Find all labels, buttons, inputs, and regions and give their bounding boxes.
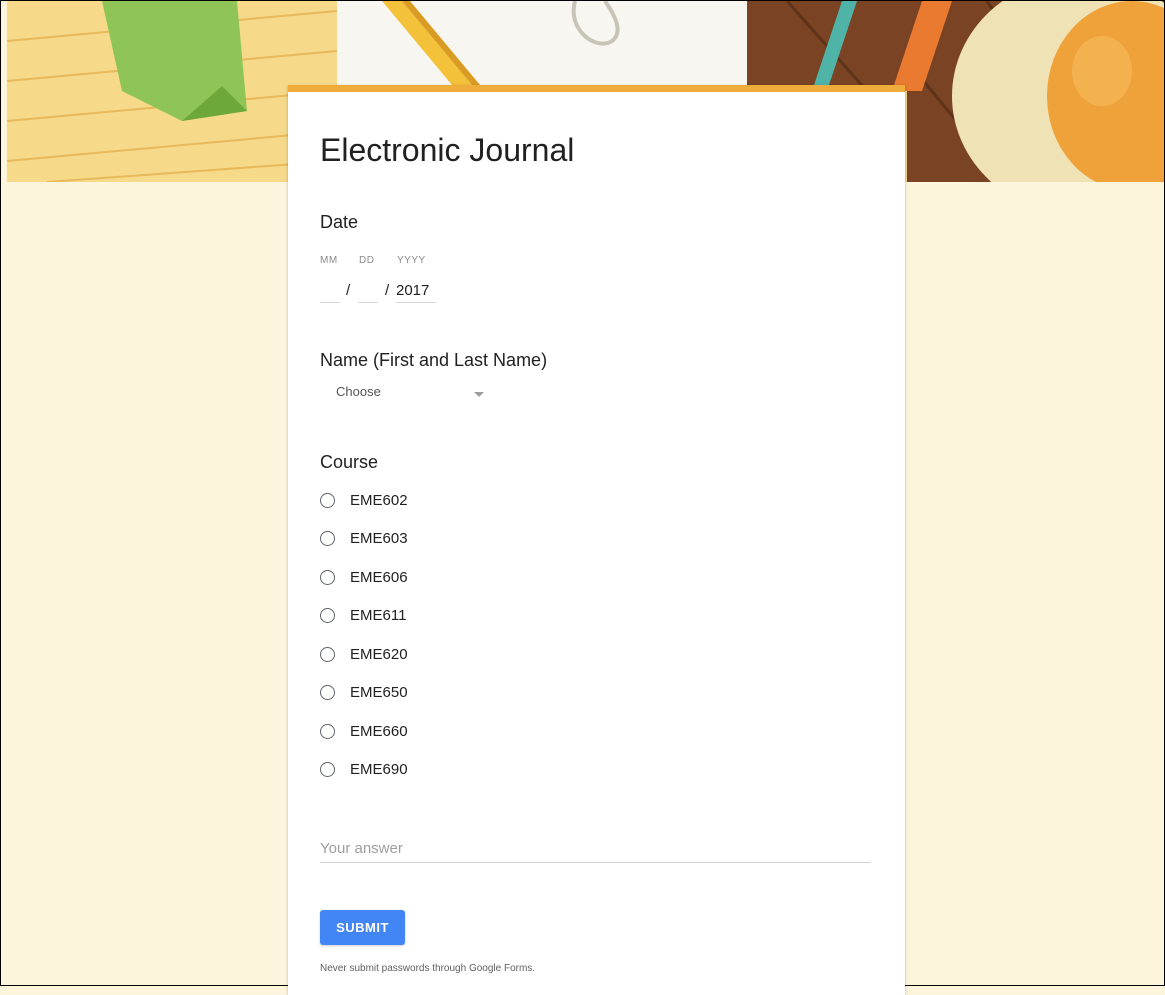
course-option-label: EME620 bbox=[350, 646, 408, 663]
form-title: Electronic Journal bbox=[320, 132, 575, 168]
radio-button-icon[interactable] bbox=[320, 570, 335, 585]
course-option-label: EME602 bbox=[350, 492, 408, 509]
password-warning-note: Never submit passwords through Google Fo… bbox=[320, 963, 536, 974]
radio-button-icon[interactable] bbox=[320, 531, 335, 546]
radio-button-icon[interactable] bbox=[320, 493, 335, 508]
day-field[interactable] bbox=[358, 278, 378, 303]
radio-button-icon[interactable] bbox=[320, 685, 335, 700]
radio-button-icon[interactable] bbox=[320, 608, 335, 623]
year-label: YYYY bbox=[397, 255, 426, 266]
course-option-radio[interactable]: EME603 bbox=[320, 524, 520, 554]
month-field[interactable] bbox=[320, 278, 340, 303]
course-option-radio[interactable]: EME620 bbox=[320, 640, 520, 670]
course-option-label: EME606 bbox=[350, 569, 408, 586]
form-card: Electronic Journal Date MM DD YYYY / / N… bbox=[288, 85, 905, 995]
name-question-title: Name (First and Last Name) bbox=[320, 350, 548, 370]
course-option-label: EME660 bbox=[350, 723, 408, 740]
radio-button-icon[interactable] bbox=[320, 724, 335, 739]
course-option-radio[interactable]: EME650 bbox=[320, 678, 520, 708]
course-option-radio[interactable]: EME690 bbox=[320, 755, 520, 785]
month-label: MM bbox=[320, 255, 338, 266]
date-separator: / bbox=[385, 282, 390, 299]
course-option-label: EME690 bbox=[350, 761, 408, 778]
course-option-radio[interactable]: EME660 bbox=[320, 717, 520, 747]
course-question-title: Course bbox=[320, 452, 379, 472]
chevron-down-icon bbox=[474, 392, 484, 397]
date-separator: / bbox=[346, 282, 351, 299]
date-question-title: Date bbox=[320, 212, 359, 232]
course-option-label: EME603 bbox=[350, 530, 408, 547]
radio-button-icon[interactable] bbox=[320, 647, 335, 662]
submit-button[interactable]: SUBMIT bbox=[320, 910, 405, 945]
day-label: DD bbox=[359, 255, 375, 266]
course-option-label: EME611 bbox=[350, 607, 407, 624]
dropdown-selected-value: Choose bbox=[336, 384, 381, 399]
course-option-radio[interactable]: EME606 bbox=[320, 563, 520, 593]
course-option-radio[interactable]: EME611 bbox=[320, 601, 520, 631]
year-field[interactable] bbox=[396, 278, 436, 303]
name-dropdown[interactable]: Choose bbox=[320, 378, 490, 408]
radio-button-icon[interactable] bbox=[320, 762, 335, 777]
course-option-label: EME650 bbox=[350, 684, 408, 701]
course-option-radio[interactable]: EME602 bbox=[320, 486, 520, 516]
answer-input[interactable] bbox=[320, 834, 871, 863]
